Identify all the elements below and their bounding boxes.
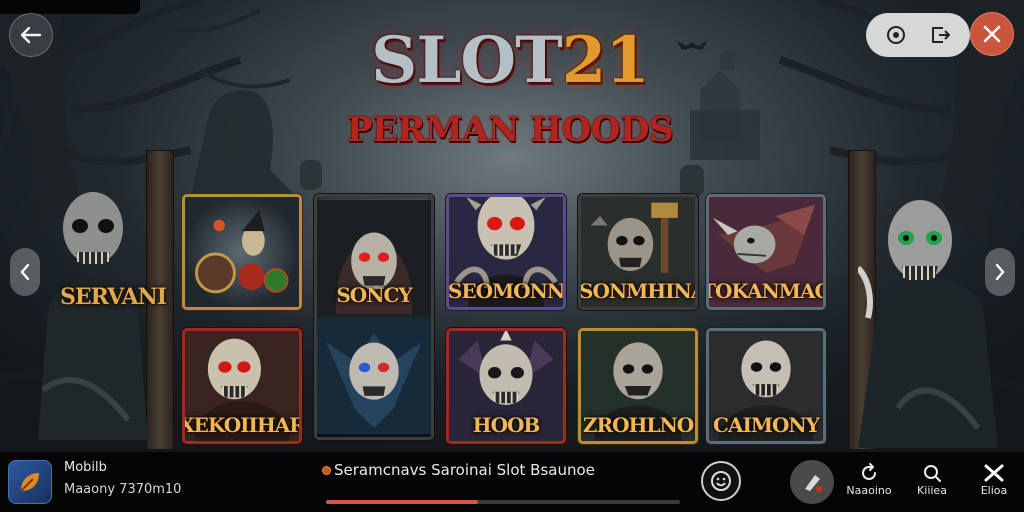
next-button[interactable] (985, 248, 1015, 296)
emoji-button[interactable] (701, 461, 741, 501)
tile-label: ISONMHINA (579, 279, 698, 303)
tile-label: SEOMONN (447, 279, 565, 303)
ghoul-figure-left (38, 192, 148, 440)
action-cross[interactable]: Elioa (967, 462, 1021, 497)
slot-tile-reaper[interactable]: SONCY (314, 194, 434, 440)
app-meta: Maaony 7370m10 (64, 482, 182, 497)
tile-label: XEKOIIHAR (182, 413, 302, 437)
slot-tile-xekoiihar[interactable]: XEKOIIHAR (182, 328, 302, 444)
chevron-left-icon (20, 263, 30, 281)
game-title: SLOT21 (320, 26, 700, 96)
slot-tile-isonmhina[interactable]: ISONMHINA (578, 194, 698, 310)
progress-bar[interactable] (326, 500, 680, 504)
smile-icon (711, 471, 731, 491)
cross-icon (984, 464, 1004, 482)
now-playing-title: Seramcnavs Saroinai Slot Bsaunoe (322, 461, 595, 479)
action-label: Elioa (980, 484, 1008, 497)
ghoul-figure-right (858, 200, 998, 448)
slot-tile-caimony[interactable]: CAIMONY (706, 328, 826, 444)
tile-label: HOOB (472, 413, 541, 437)
pick-icon (805, 475, 822, 492)
pick-button[interactable] (790, 460, 834, 504)
title-number: 21 (561, 23, 650, 98)
app-icon[interactable] (8, 460, 52, 504)
arrow-left-icon (20, 26, 42, 44)
action-label: Kiiiea (917, 484, 947, 497)
tile-label: ZROHLNO (582, 413, 694, 437)
tile-label: TOKANMAO (706, 279, 826, 303)
potion-witch-art (185, 197, 299, 307)
close-icon (983, 25, 1001, 43)
live-dot-icon (322, 466, 331, 475)
action-search[interactable]: Kiiiea (905, 462, 959, 497)
target-icon (887, 26, 905, 44)
app-name: Mobilb (64, 460, 107, 475)
back-button[interactable] (9, 13, 53, 57)
slot-tile-hoob[interactable]: HOOB (446, 328, 566, 444)
progress-fill (326, 500, 479, 504)
prev-button[interactable] (10, 248, 40, 296)
status-bar-strip (0, 0, 140, 14)
action-label: Naaoino (846, 484, 892, 497)
target-button[interactable] (885, 24, 907, 46)
slot-tile-seomonn[interactable]: SEOMONN (446, 194, 566, 310)
tile-label: CAIMONY (713, 413, 820, 437)
slot-tile-tokanmao[interactable]: TOKANMAO (706, 194, 826, 310)
leaf-icon (20, 473, 39, 492)
chevron-right-icon (995, 263, 1005, 281)
search-icon (924, 465, 941, 482)
refresh-icon (862, 463, 876, 480)
now-playing-text: Seramcnavs Saroinai Slot Bsaunoe (334, 461, 595, 479)
side-label-left: SERVANI (60, 284, 167, 310)
tile-label: SONCY (336, 283, 412, 307)
slot-tile-potions[interactable] (182, 194, 302, 310)
game-subtitle: PERMAN HOODS (346, 110, 674, 150)
title-word: SLOT (371, 23, 563, 98)
exit-icon (932, 27, 950, 43)
close-button[interactable] (970, 12, 1014, 56)
reaper-skull-art (317, 200, 431, 434)
exit-button[interactable] (929, 24, 951, 46)
capsule-menu (866, 13, 970, 57)
action-refresh[interactable]: Naaoino (842, 462, 896, 497)
slot-tile-zrohlno[interactable]: ZROHLNO (578, 328, 698, 444)
